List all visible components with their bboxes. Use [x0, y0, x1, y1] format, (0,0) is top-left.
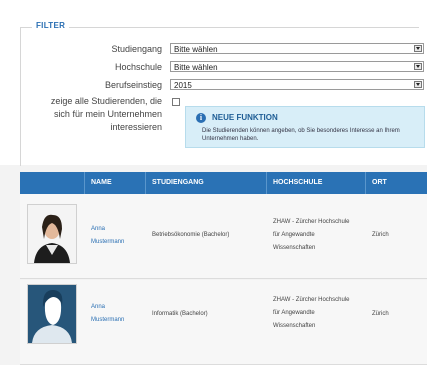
- header-name[interactable]: NAME: [84, 172, 145, 194]
- student-studiengang: Betriebsökonomie (Bachelor): [152, 232, 230, 238]
- header-photo: [20, 172, 84, 194]
- student-hochschule: ZHAW - Zürcher Hochschule für Angewandte…: [273, 297, 350, 329]
- info-title: NEUE FUNKTION: [212, 113, 278, 122]
- table-row[interactable]: Anna Mustermann Betriebsökonomie (Bachel…: [20, 194, 427, 279]
- header-studiengang[interactable]: STUDIENGANG: [145, 172, 266, 194]
- chevron-down-icon[interactable]: [414, 63, 422, 70]
- header-ort[interactable]: ORT: [365, 172, 427, 194]
- studiengang-label: Studiengang: [111, 44, 162, 54]
- person-placeholder-icon: [28, 285, 76, 343]
- interest-checkbox[interactable]: [172, 98, 180, 106]
- student-photo: [27, 204, 77, 264]
- student-hochschule: ZHAW - Zürcher Hochschule für Angewandte…: [273, 219, 350, 251]
- student-photo: [27, 284, 77, 344]
- chevron-down-icon[interactable]: [414, 81, 422, 88]
- table-header: NAME STUDIENGANG HOCHSCHULE ORT: [20, 172, 427, 194]
- studiengang-select[interactable]: Bitte wählen: [170, 43, 424, 54]
- interest-checkbox-label: zeige alle Studierenden, die sich für me…: [50, 96, 162, 132]
- studiengang-value: Bitte wählen: [174, 45, 218, 54]
- student-ort: Zürich: [372, 232, 389, 238]
- table-row[interactable]: Anna Mustermann Informatik (Bachelor) ZH…: [20, 280, 427, 365]
- berufseinstieg-value: 2015: [174, 81, 192, 90]
- info-icon: i: [196, 113, 206, 123]
- person-photo-icon: [28, 205, 76, 263]
- info-box: i NEUE FUNKTION Die Studierenden können …: [185, 106, 425, 148]
- student-name-link[interactable]: Anna Mustermann: [91, 301, 124, 327]
- filter-legend: FILTER: [32, 21, 70, 30]
- hochschule-value: Bitte wählen: [174, 63, 218, 72]
- hochschule-select[interactable]: Bitte wählen: [170, 61, 424, 72]
- header-hochschule[interactable]: HOCHSCHULE: [266, 172, 365, 194]
- student-studiengang: Informatik (Bachelor): [152, 311, 208, 317]
- chevron-down-icon[interactable]: [414, 45, 422, 52]
- berufseinstieg-select[interactable]: 2015: [170, 79, 424, 90]
- info-text: Die Studierenden können angeben, ob Sie …: [202, 128, 400, 142]
- student-ort: Zürich: [372, 311, 389, 317]
- student-name-link[interactable]: Anna Mustermann: [91, 223, 124, 249]
- filter-panel: FILTER Studiengang Bitte wählen Hochschu…: [0, 0, 427, 166]
- berufseinstieg-label: Berufseinstieg: [104, 80, 162, 90]
- hochschule-label: Hochschule: [114, 62, 162, 72]
